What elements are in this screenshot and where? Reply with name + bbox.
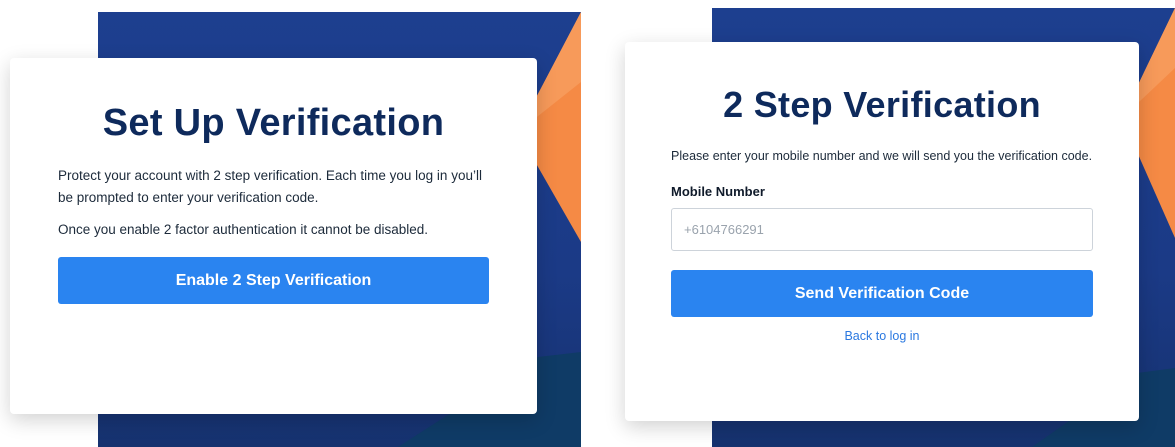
setup-verification-panel: Set Up Verification Protect your account… xyxy=(0,0,590,447)
two-step-verification-panel: 2 Step Verification Please enter your mo… xyxy=(590,0,1175,447)
mobile-number-label: Mobile Number xyxy=(671,184,765,199)
send-verification-code-button[interactable]: Send Verification Code xyxy=(671,270,1093,317)
description-text: Please enter your mobile number and we w… xyxy=(671,149,1093,163)
setup-card: Set Up Verification Protect your account… xyxy=(10,58,537,414)
enable-2-step-verification-button[interactable]: Enable 2 Step Verification xyxy=(58,257,489,304)
page-title: 2 Step Verification xyxy=(723,84,1041,125)
mobile-number-input[interactable] xyxy=(671,208,1093,251)
page-title: Set Up Verification xyxy=(102,102,445,144)
notice-text: Once you enable 2 factor authentication … xyxy=(58,222,429,237)
back-to-login-link[interactable]: Back to log in xyxy=(671,329,1093,343)
verification-card: 2 Step Verification Please enter your mo… xyxy=(625,42,1139,421)
description-text: Protect your account with 2 step verific… xyxy=(58,168,482,205)
